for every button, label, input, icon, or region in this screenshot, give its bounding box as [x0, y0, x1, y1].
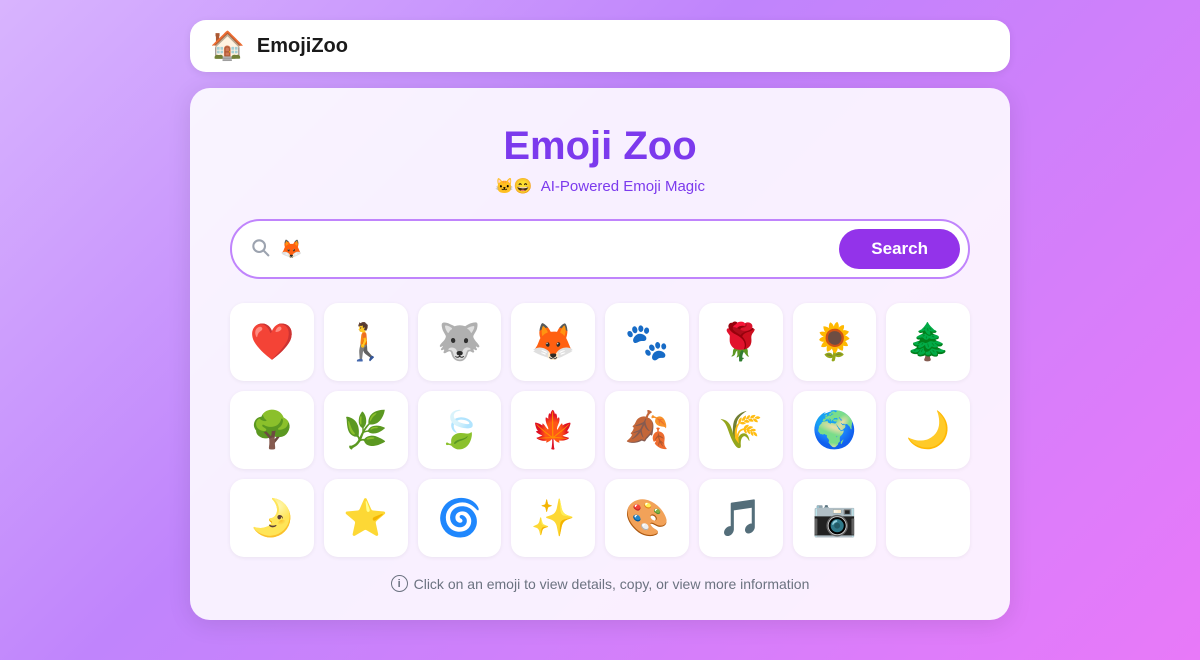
- emoji-cell[interactable]: 🌀: [418, 479, 502, 557]
- main-card: Emoji Zoo 🐱😄 AI-Powered Emoji Magic Sear…: [190, 88, 1010, 620]
- emoji-cell[interactable]: 🍃: [418, 391, 502, 469]
- emoji-cell[interactable]: 🎨: [605, 479, 689, 557]
- emoji-cell[interactable]: 🌛: [230, 479, 314, 557]
- emoji-cell[interactable]: 🚶: [324, 303, 408, 381]
- emoji-grid: ❤️🚶🐺🦊🐾🌹🌻🌲 🌳🌿🍃🍁🍂🌾🌍🌙 🌛⭐🌀✨🎨🎵📷: [230, 303, 970, 557]
- footer-hint: i Click on an emoji to view details, cop…: [230, 575, 970, 592]
- emoji-cell[interactable]: ✨: [511, 479, 595, 557]
- navbar: 🏠 EmojiZoo: [190, 20, 1010, 72]
- emoji-cell[interactable]: 🌾: [699, 391, 783, 469]
- emoji-cell[interactable]: 🌳: [230, 391, 314, 469]
- subtitle-text: AI-Powered Emoji Magic: [541, 178, 705, 195]
- emoji-cell[interactable]: ❤️: [230, 303, 314, 381]
- emoji-cell[interactable]: 🍁: [511, 391, 595, 469]
- search-input[interactable]: [280, 239, 829, 260]
- emoji-cell[interactable]: 🌿: [324, 391, 408, 469]
- emoji-cell[interactable]: 🌻: [793, 303, 877, 381]
- navbar-title: EmojiZoo: [257, 35, 348, 58]
- search-bar: Search: [230, 219, 970, 279]
- footer-hint-text: Click on an emoji to view details, copy,…: [414, 576, 810, 592]
- emoji-cell[interactable]: 🐺: [418, 303, 502, 381]
- page-subtitle: 🐱😄 AI-Powered Emoji Magic: [230, 177, 970, 195]
- emoji-cell[interactable]: 📷: [793, 479, 877, 557]
- navbar-logo-icon: 🏠: [210, 32, 245, 60]
- emoji-cell[interactable]: 🌍: [793, 391, 877, 469]
- info-icon: i: [391, 575, 408, 592]
- emoji-cell[interactable]: 🌹: [699, 303, 783, 381]
- emoji-cell[interactable]: 🎵: [699, 479, 783, 557]
- search-button[interactable]: Search: [839, 229, 960, 269]
- emoji-cell[interactable]: 🌙: [886, 391, 970, 469]
- emoji-cell[interactable]: [886, 479, 970, 557]
- emoji-cell[interactable]: 🦊: [511, 303, 595, 381]
- emoji-cell[interactable]: 🌲: [886, 303, 970, 381]
- page-title: Emoji Zoo: [230, 124, 970, 169]
- search-icon: [250, 237, 270, 262]
- emoji-cell[interactable]: 🍂: [605, 391, 689, 469]
- emoji-cell[interactable]: ⭐: [324, 479, 408, 557]
- emoji-cell[interactable]: 🐾: [605, 303, 689, 381]
- subtitle-emojis: 🐱😄: [495, 178, 532, 195]
